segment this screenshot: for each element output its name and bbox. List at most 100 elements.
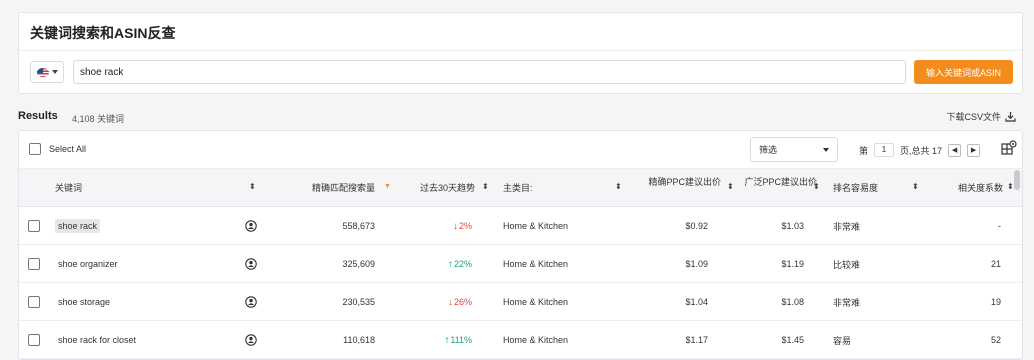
download-icon <box>1005 112 1016 122</box>
page-number-input[interactable]: 1 <box>874 143 895 157</box>
relevance-cell: - <box>998 221 1001 231</box>
column-settings-icon[interactable] <box>1001 140 1017 156</box>
download-csv-label: 下载CSV文件 <box>946 112 1001 122</box>
filter-label: 筛选 <box>759 145 778 155</box>
trend-value: 2% <box>458 221 472 231</box>
difficulty-cell: 容易 <box>833 335 852 346</box>
sort-icon[interactable]: ⬍ <box>615 182 622 191</box>
person-icon[interactable] <box>245 296 257 308</box>
keyword-cell[interactable]: shoe organizer <box>58 245 118 283</box>
table-row[interactable]: shoe storage 230,535 ↓ 26% Home & Kitchen… <box>19 283 1022 321</box>
search-card: 关键词搜索和ASIN反查 输入关键词或ASIN <box>18 12 1023 94</box>
trend-value: 26% <box>453 297 472 307</box>
category-cell: Home & Kitchen <box>503 259 569 269</box>
download-csv-link[interactable]: 下载CSV文件 <box>946 110 1016 123</box>
arrow-down-icon: ↓ <box>447 296 453 308</box>
sort-icon[interactable]: ⬍ <box>482 182 489 191</box>
search-title: 关键词搜索和ASIN反查 <box>30 25 176 41</box>
exact-ppc-cell: $1.04 <box>685 297 708 307</box>
page-total: 页,总共 17 <box>900 145 943 156</box>
select-all[interactable]: Select All <box>29 143 86 155</box>
col-relevance[interactable]: 相关度系数 <box>931 183 1003 194</box>
chevron-right-icon: ▶ <box>970 147 977 154</box>
exact-ppc-cell: $1.09 <box>685 259 708 269</box>
relevance-cell: 19 <box>990 297 1001 307</box>
sort-icon[interactable]: ⬍ <box>727 182 734 191</box>
filter-select[interactable]: 筛选 <box>750 137 838 162</box>
keyword-cell[interactable]: shoe rack <box>55 219 101 233</box>
search-button[interactable]: 输入关键词或ASIN <box>914 60 1013 84</box>
volume-cell: 110,618 <box>343 335 375 345</box>
next-page-button[interactable]: ▶ <box>967 143 981 157</box>
keyword-cell[interactable]: shoe storage <box>58 283 110 321</box>
row-checkbox[interactable] <box>28 296 40 308</box>
sort-icon[interactable]: ⬍ <box>249 182 256 191</box>
person-icon[interactable] <box>245 334 257 346</box>
trend-cell: ↓ 2% <box>404 207 472 245</box>
pagination: 第 1 页,总共 17 ◀ ▶ <box>859 143 981 157</box>
broad-ppc-cell: $1.45 <box>781 335 804 345</box>
trend-value: 22% <box>453 259 472 269</box>
arrow-down-icon: ↓ <box>452 220 458 232</box>
category-cell: Home & Kitchen <box>503 221 569 231</box>
broad-ppc-cell: $1.19 <box>781 259 804 269</box>
chevron-left-icon: ◀ <box>951 147 958 154</box>
row-checkbox[interactable] <box>28 258 40 270</box>
arrow-up-icon: ↑ <box>444 334 450 346</box>
prev-page-button[interactable]: ◀ <box>948 143 962 157</box>
category-cell: Home & Kitchen <box>503 335 569 345</box>
trend-cell: ↑ 111% <box>404 321 472 359</box>
col-category: 主类目: <box>503 183 533 193</box>
results-label: Results <box>18 110 58 122</box>
col-keyword: 关键词 <box>55 183 83 193</box>
table-header: 关键词 ⬍ 精确匹配搜索量 ▼ 过去30天趋势 ⬍ 主类目: ⬍ 精确PPC建议… <box>19 169 1022 207</box>
volume-cell: 558,673 <box>342 221 375 231</box>
sort-icon[interactable]: ⬍ <box>912 182 919 191</box>
arrow-up-icon: ↑ <box>447 258 453 270</box>
relevance-cell: 52 <box>990 335 1001 345</box>
broad-ppc-cell: $1.08 <box>781 297 804 307</box>
page-prefix: 第 <box>859 145 869 156</box>
broad-ppc-cell: $1.03 <box>781 221 804 231</box>
keyword-cell[interactable]: shoe rack for closet <box>58 321 136 359</box>
difficulty-cell: 非常难 <box>833 221 861 232</box>
difficulty-cell: 非常难 <box>833 297 861 308</box>
trend-value: 111% <box>450 335 472 345</box>
results-table: Select All 筛选 第 1 页,总共 17 ◀ ▶ 关键词 ⬍ 精确匹配… <box>18 130 1023 360</box>
sort-icon[interactable]: ⬍ <box>813 182 820 191</box>
col-exact-volume[interactable]: 精确匹配搜索量 <box>289 183 375 194</box>
relevance-cell: 21 <box>990 259 1001 269</box>
table-row[interactable]: shoe rack for closet 110,618 ↑ 111% Home … <box>19 321 1022 359</box>
country-select[interactable] <box>30 61 64 83</box>
table-row[interactable]: shoe rack 558,673 ↓ 2% Home & Kitchen $0.… <box>19 207 1022 245</box>
table-row[interactable]: shoe organizer 325,609 ↑ 22% Home & Kitch… <box>19 245 1022 283</box>
scrollbar-thumb[interactable] <box>1014 170 1020 190</box>
col-trend[interactable]: 过去30天趋势 <box>404 183 475 194</box>
col-difficulty: 排名容易度 <box>833 183 879 193</box>
exact-ppc-cell: $1.17 <box>685 335 708 345</box>
difficulty-cell: 比较难 <box>833 259 861 270</box>
trend-cell: ↑ 22% <box>404 245 472 283</box>
person-icon[interactable] <box>245 258 257 270</box>
row-checkbox[interactable] <box>28 220 40 232</box>
sort-desc-icon[interactable]: ▼ <box>384 183 391 190</box>
exact-ppc-cell: $0.92 <box>685 221 708 231</box>
table-toolbar: Select All 筛选 第 1 页,总共 17 ◀ ▶ <box>19 131 1022 169</box>
select-all-label: Select All <box>49 144 87 154</box>
results-count: 4,108 关键词 <box>72 114 125 124</box>
volume-cell: 230,535 <box>342 297 375 307</box>
sort-icon[interactable]: ⬍ <box>1007 182 1014 191</box>
chevron-down-icon <box>823 147 829 152</box>
search-input[interactable] <box>73 60 906 84</box>
category-cell: Home & Kitchen <box>503 297 569 307</box>
us-flag-icon <box>36 67 49 77</box>
chevron-down-icon <box>51 70 58 74</box>
row-checkbox[interactable] <box>28 334 40 346</box>
col-broad-ppc[interactable]: 广泛PPC建议出价 <box>739 177 817 188</box>
col-exact-ppc[interactable]: 精确PPC建议出价 <box>641 177 721 188</box>
volume-cell: 325,609 <box>342 259 375 269</box>
person-icon[interactable] <box>245 220 257 232</box>
divider <box>19 50 1022 51</box>
select-all-checkbox[interactable] <box>29 143 41 155</box>
trend-cell: ↓ 26% <box>404 283 472 321</box>
